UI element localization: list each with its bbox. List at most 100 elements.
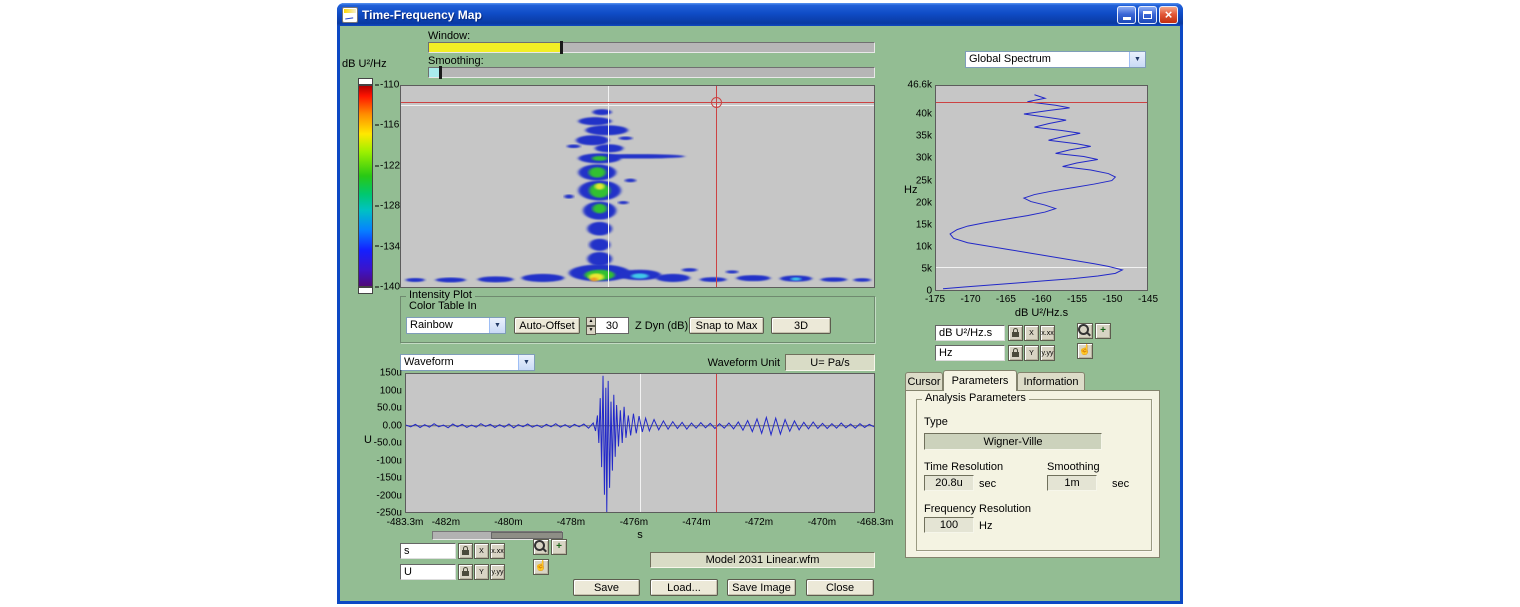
- spectrum-zoom-button[interactable]: [1077, 323, 1093, 339]
- analysis-parameters-title: Analysis Parameters: [922, 392, 1029, 404]
- window-controls: ×: [1117, 6, 1178, 24]
- tick-label: -150: [1102, 294, 1122, 305]
- chevron-down-icon[interactable]: ▼: [489, 318, 505, 333]
- three-d-button[interactable]: 3D: [771, 317, 831, 334]
- spectrum-cursor-tool-button[interactable]: +: [1095, 323, 1111, 339]
- tick-label: -145: [1138, 294, 1158, 305]
- lock-icon: [462, 550, 469, 555]
- colorbar-gradient[interactable]: [358, 85, 373, 287]
- spectrum-select-value: Global Spectrum: [966, 52, 1129, 67]
- tick-label: -100u: [376, 455, 402, 466]
- waveform-x-scrollbar-thumb[interactable]: [491, 532, 563, 539]
- tick-label: -483.3m: [387, 517, 424, 528]
- stepper-down-icon[interactable]: ▼: [586, 326, 596, 335]
- tab-information[interactable]: Information: [1017, 372, 1085, 391]
- colorbar-bottom-marker[interactable]: [358, 287, 373, 294]
- tick-label: -175: [925, 294, 945, 305]
- waveform-x-axis: -483.3m-482m-480m-478m-476m-474m-472m-47…: [405, 517, 875, 529]
- tick-label: -476m: [620, 517, 648, 528]
- spectrum-y-lock-button[interactable]: [1008, 345, 1023, 361]
- close-dialog-button[interactable]: Close: [806, 579, 874, 596]
- tick-label: -134: [375, 241, 400, 252]
- spectrum-y-format-button[interactable]: y.yy: [1040, 345, 1055, 361]
- maximize-button[interactable]: [1138, 6, 1157, 24]
- smoothing-slider-thumb[interactable]: [439, 66, 442, 79]
- tab-panel: Analysis Parameters Type Wigner-Ville Ti…: [905, 390, 1160, 558]
- waveform-pan-button[interactable]: ☝: [533, 559, 549, 575]
- tick-label: 35k: [916, 131, 932, 142]
- tick-label: -155: [1067, 294, 1087, 305]
- spectrum-y-autoscale-button[interactable]: Y: [1024, 345, 1039, 361]
- tick-label: -480m: [494, 517, 522, 528]
- minimize-icon: [1123, 17, 1131, 20]
- x-scale-lock-button[interactable]: [458, 543, 473, 559]
- tick-label: -474m: [682, 517, 710, 528]
- window-slider-thumb[interactable]: [560, 41, 563, 54]
- smoothing-slider-fill: [429, 68, 439, 77]
- spectrum-pan-button[interactable]: ☝: [1077, 343, 1093, 359]
- crosshair-icon: +: [556, 542, 562, 552]
- title-bar[interactable]: Time-Frequency Map ×: [337, 3, 1183, 26]
- x-format-button[interactable]: x.xx: [490, 543, 505, 559]
- x-autoscale-button[interactable]: X: [474, 543, 489, 559]
- waveform-zoom-button[interactable]: [533, 539, 549, 555]
- waveform-plot[interactable]: [405, 373, 875, 513]
- spectrum-x-autoscale-button[interactable]: X: [1024, 325, 1039, 341]
- chevron-down-icon[interactable]: ▼: [518, 355, 534, 370]
- save-button[interactable]: Save: [573, 579, 640, 596]
- stepper-up-icon[interactable]: ▲: [586, 317, 596, 326]
- file-name-display: Model 2031 Linear.wfm: [650, 552, 875, 568]
- smoothing-param-label: Smoothing: [1047, 461, 1100, 473]
- tick-label: 20k: [916, 197, 932, 208]
- waveform-cursor-tool-button[interactable]: +: [551, 539, 567, 555]
- stepper-arrows[interactable]: ▲ ▼: [586, 317, 596, 334]
- z-dyn-value[interactable]: 30: [596, 317, 629, 334]
- smoothing-input[interactable]: 1m: [1047, 475, 1097, 491]
- color-table-label: Color Table In: [409, 300, 477, 312]
- spectrum-plot[interactable]: [935, 85, 1148, 291]
- tick-label: 30k: [916, 153, 932, 164]
- color-table-select[interactable]: Rainbow ▼: [406, 317, 506, 334]
- waveform-select[interactable]: Waveform ▼: [400, 354, 535, 371]
- window-slider[interactable]: [428, 42, 875, 53]
- smoothing-slider-label: Smoothing:: [428, 55, 484, 67]
- time-resolution-input[interactable]: 20.8u: [924, 475, 974, 491]
- y-scale-name-input[interactable]: [400, 564, 456, 580]
- save-image-button[interactable]: Save Image: [727, 579, 796, 596]
- tab-parameters[interactable]: Parameters: [943, 370, 1017, 391]
- snap-to-max-button[interactable]: Snap to Max: [689, 317, 764, 334]
- tick-label: -200u: [376, 490, 402, 501]
- tick-label: 46.6k: [908, 80, 932, 91]
- tick-label: 0.00: [383, 420, 402, 431]
- frequency-resolution-input[interactable]: 100: [924, 517, 974, 533]
- spectrum-x-format-button[interactable]: x.xx: [1040, 325, 1055, 341]
- smoothing-slider[interactable]: [428, 67, 875, 78]
- y-autoscale-button[interactable]: Y: [474, 564, 489, 580]
- spectrum-x-scale-input[interactable]: [935, 325, 1005, 341]
- type-display[interactable]: Wigner-Ville: [924, 433, 1102, 450]
- x-scale-name-input[interactable]: [400, 543, 456, 559]
- waveform-y-axis: 150u100u50.0u0.00-50.0u-100u-150u-200u-2…: [358, 373, 402, 513]
- intensity-plot[interactable]: [400, 85, 875, 288]
- lock-icon: [1012, 332, 1019, 337]
- auto-offset-button[interactable]: Auto-Offset: [514, 317, 580, 334]
- tick-label: -150u: [376, 473, 402, 484]
- tick-label: -110: [375, 80, 399, 91]
- spectrum-x-lock-button[interactable]: [1008, 325, 1023, 341]
- z-dyn-stepper[interactable]: ▲ ▼ 30: [586, 317, 629, 334]
- chevron-down-icon[interactable]: ▼: [1129, 52, 1145, 67]
- tab-cursor[interactable]: Cursor: [905, 372, 943, 391]
- tick-label: -478m: [557, 517, 585, 528]
- tick-label: 10k: [916, 241, 932, 252]
- close-button[interactable]: ×: [1159, 6, 1178, 24]
- tick-label: -140: [375, 282, 400, 293]
- y-scale-lock-button[interactable]: [458, 564, 473, 580]
- spectrum-select[interactable]: Global Spectrum ▼: [965, 51, 1146, 68]
- window-slider-label: Window:: [428, 30, 470, 42]
- load-button[interactable]: Load...: [650, 579, 718, 596]
- y-format-button[interactable]: y.yy: [490, 564, 505, 580]
- spectrum-y-scale-input[interactable]: [935, 345, 1005, 361]
- colorbar-top-marker[interactable]: [358, 78, 373, 85]
- minimize-button[interactable]: [1117, 6, 1136, 24]
- frequency-resolution-unit: Hz: [979, 520, 992, 532]
